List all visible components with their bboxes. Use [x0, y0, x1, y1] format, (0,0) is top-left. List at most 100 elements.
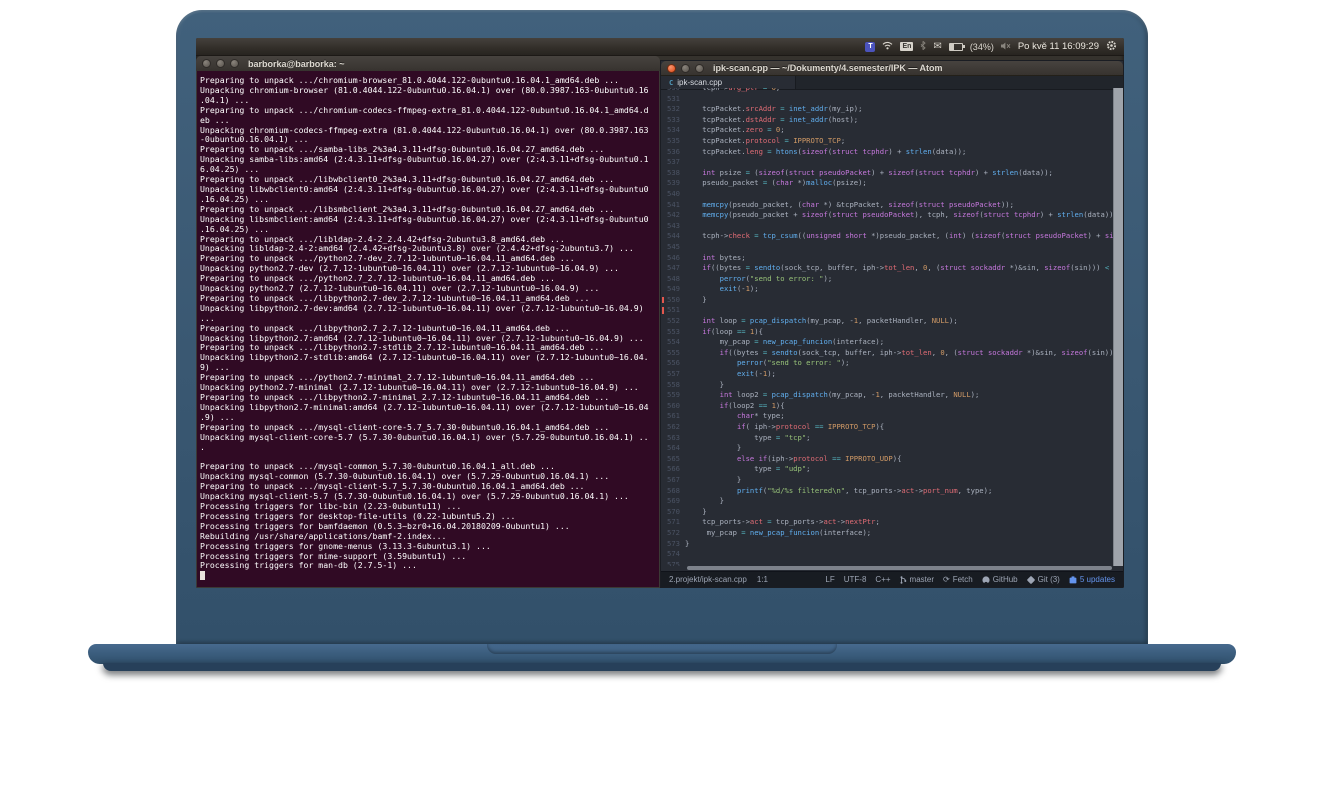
code-line: 537	[661, 157, 1114, 168]
status-git[interactable]: Git (3)	[1027, 575, 1060, 584]
mail-icon[interactable]: ✉	[933, 42, 941, 52]
code-line: 569 }	[661, 496, 1114, 507]
code-line: 533 tcpPacket.dstAddr = inet_addr(host);	[661, 115, 1114, 126]
code-line: 540	[661, 189, 1114, 200]
minimize-button[interactable]	[681, 64, 690, 73]
line-number: 545	[661, 242, 685, 253]
status-github[interactable]: GitHub	[982, 575, 1018, 584]
vertical-scrollbar[interactable]	[1113, 88, 1123, 566]
line-number: 538	[661, 168, 685, 179]
terminal-output[interactable]: Preparing to unpack .../chromium-browser…	[196, 71, 660, 588]
line-number: 532	[661, 104, 685, 115]
code-line: 534 tcpPacket.zero = 0;	[661, 125, 1114, 136]
code-editor[interactable]: 530 tcph->urg_ptr = 0;531532 tcpPacket.s…	[661, 88, 1123, 566]
battery-fill	[950, 44, 954, 50]
terminal-line: Unpacking mysql-client-core-5.7 (5.7.30-…	[200, 433, 659, 443]
maximize-button[interactable]	[695, 64, 704, 73]
volume-muted-icon[interactable]	[1001, 42, 1011, 52]
close-button[interactable]	[667, 64, 676, 73]
clock[interactable]: Po kvě 11 16:09:29	[1018, 41, 1099, 52]
git-icon	[1027, 576, 1035, 584]
atom-title: ipk-scan.cpp — ~/Dokumenty/4.semester/IP…	[713, 63, 942, 73]
status-updates[interactable]: 5 updates	[1069, 575, 1115, 584]
code-line: 548 perror("send to error: ");	[661, 274, 1114, 285]
horizontal-scrollbar[interactable]	[687, 566, 1112, 570]
terminal-cursor	[200, 571, 205, 580]
terminal-title: barborka@barborka: ~	[248, 59, 345, 69]
session-gear-icon[interactable]	[1106, 40, 1117, 53]
code-line: 572 my_pcap = new_pcap_funcion(interface…	[661, 528, 1114, 539]
line-number: 542	[661, 210, 685, 221]
line-number: 566	[661, 464, 685, 475]
wifi-icon[interactable]	[882, 41, 893, 52]
code-line: 549 exit(-1);	[661, 284, 1114, 295]
line-number: 563	[661, 433, 685, 444]
line-number: 556	[661, 358, 685, 369]
line-number: 537	[661, 157, 685, 168]
minimize-button[interactable]	[216, 59, 225, 68]
code-line: 532 tcpPacket.srcAddr = inet_addr(my_ip)…	[661, 104, 1114, 115]
line-number: 573	[661, 539, 685, 550]
line-number: 551	[661, 305, 685, 316]
line-number: 550	[661, 295, 685, 306]
line-number: 540	[661, 189, 685, 200]
status-language[interactable]: C++	[875, 575, 890, 584]
code-line: 531	[661, 94, 1114, 105]
terminal-line: Unpacking samba-libs:amd64 (2:4.3.11+dfs…	[200, 155, 659, 165]
line-number: 572	[661, 528, 685, 539]
line-number: 546	[661, 253, 685, 264]
keyboard-layout-indicator[interactable]: En	[900, 42, 913, 51]
code-line: 568 printf("%d/%s filtered\n", tcp_ports…	[661, 486, 1114, 497]
code-line: 570 }	[661, 507, 1114, 518]
line-number: 539	[661, 178, 685, 189]
status-cursor-position[interactable]: 1:1	[757, 575, 768, 584]
line-number: 559	[661, 390, 685, 401]
line-number: 575	[661, 560, 685, 566]
maximize-button[interactable]	[230, 59, 239, 68]
code-line: 571 tcp_ports->act = tcp_ports->act->nex…	[661, 517, 1114, 528]
line-number: 571	[661, 517, 685, 528]
line-number: 547	[661, 263, 685, 274]
line-number: 541	[661, 200, 685, 211]
line-number: 574	[661, 549, 685, 560]
line-number: 570	[661, 507, 685, 518]
line-number: 534	[661, 125, 685, 136]
battery-icon[interactable]	[949, 43, 963, 51]
line-number: 555	[661, 348, 685, 359]
terminal-cursor-line	[200, 571, 659, 581]
github-icon	[982, 576, 990, 584]
close-button[interactable]	[202, 59, 211, 68]
line-number: 569	[661, 496, 685, 507]
line-number: 548	[661, 274, 685, 285]
line-number: 531	[661, 94, 685, 105]
sync-icon: ⟳	[943, 575, 950, 584]
atom-titlebar[interactable]: ipk-scan.cpp — ~/Dokumenty/4.semester/IP…	[661, 61, 1123, 76]
code-line: 558 }	[661, 380, 1114, 391]
teams-icon[interactable]: T	[865, 42, 875, 52]
status-fetch[interactable]: ⟳ Fetch	[943, 575, 973, 584]
terminal-titlebar[interactable]: barborka@barborka: ~	[196, 56, 660, 72]
terminal-line: Unpacking libpython2.7-stdlib:amd64 (2.7…	[200, 353, 659, 363]
code-line: 544 tcph->check = tcp_csum((unsigned sho…	[661, 231, 1114, 242]
code-line: 566 type = "udp";	[661, 464, 1114, 475]
terminal-line: Preparing to unpack .../chromium-codecs-…	[200, 106, 659, 116]
code-line: 557 exit(-1);	[661, 369, 1114, 380]
status-line-ending[interactable]: LF	[825, 575, 834, 584]
code-line: 536 tcpPacket.leng = htons(sizeof(struct…	[661, 147, 1114, 158]
atom-window: ipk-scan.cpp — ~/Dokumenty/4.semester/IP…	[660, 60, 1124, 588]
bluetooth-icon[interactable]	[920, 41, 926, 52]
code-line: 573}	[661, 539, 1114, 550]
line-number: 564	[661, 443, 685, 454]
status-encoding[interactable]: UTF-8	[844, 575, 867, 584]
terminal-line: .	[200, 443, 659, 453]
status-file-path[interactable]: 2.projekt/ipk-scan.cpp	[669, 575, 747, 584]
terminal-line: .16.04.25) ...	[200, 225, 659, 235]
code-line: 564 }	[661, 443, 1114, 454]
line-number: 552	[661, 316, 685, 327]
status-branch[interactable]: master	[900, 575, 934, 584]
terminal-line: Unpacking libpython2.7-minimal:amd64 (2.…	[200, 403, 659, 413]
line-number: 554	[661, 337, 685, 348]
code-line: 559 int loop2 = pcap_dispatch(my_pcap, -…	[661, 390, 1114, 401]
branch-icon	[900, 576, 907, 584]
line-number: 560	[661, 401, 685, 412]
